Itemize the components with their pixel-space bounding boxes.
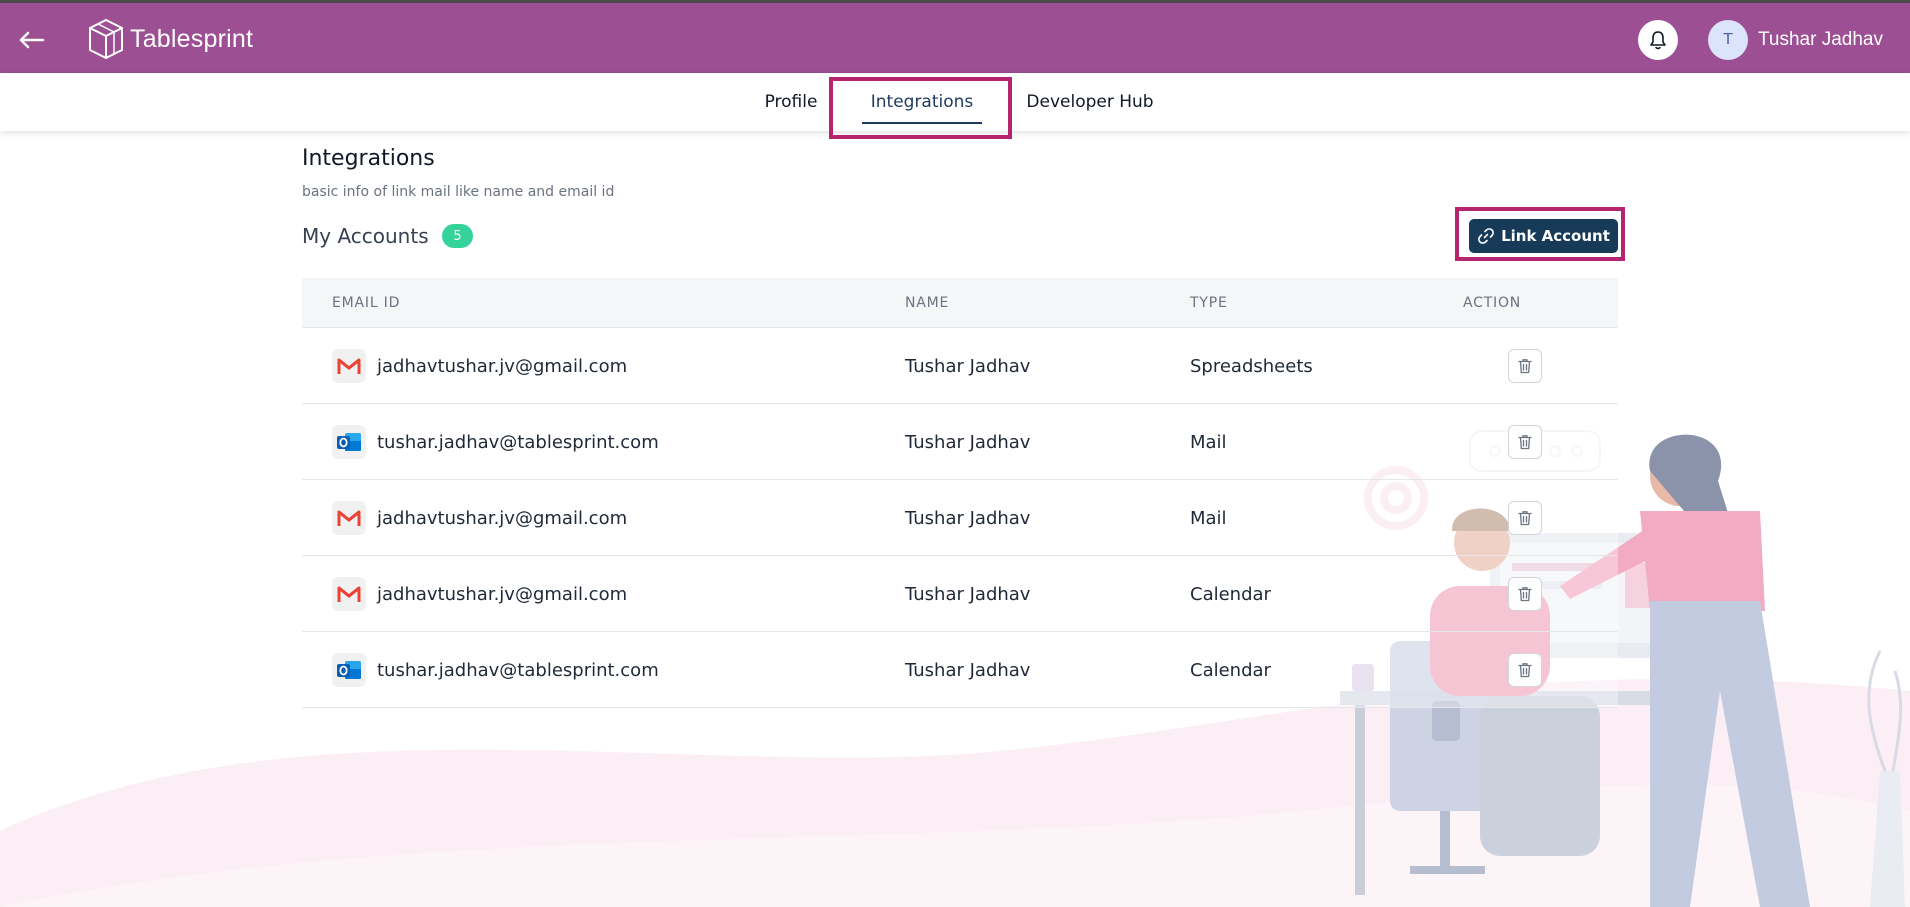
trash-icon	[1518, 587, 1532, 602]
table-header: EMAIL ID NAME TYPE ACTION	[302, 278, 1618, 328]
email-text: jadhavtushar.jv@gmail.com	[377, 355, 628, 377]
name-cell: Tushar Jadhav	[905, 507, 1031, 529]
email-text: jadhavtushar.jv@gmail.com	[377, 507, 628, 529]
accounts-count-badge: 5	[442, 224, 473, 248]
trash-icon	[1518, 435, 1532, 450]
accounts-table: EMAIL ID NAME TYPE ACTION jadhavtushar.j…	[302, 278, 1618, 708]
header-name: NAME	[905, 295, 950, 311]
email-cell: jadhavtushar.jv@gmail.com	[332, 480, 627, 556]
trash-icon	[1518, 359, 1532, 374]
email-text: tushar.jadhav@tablesprint.com	[377, 659, 659, 681]
main-content: Integrations basic info of link mail lik…	[0, 0, 1910, 907]
tab-integrations[interactable]: Integrations	[862, 73, 982, 131]
gmail-icon	[332, 501, 366, 535]
trash-icon	[1518, 663, 1532, 678]
link-account-button[interactable]: Link Account	[1469, 219, 1618, 253]
table-row: tushar.jadhav@tablesprint.com Tushar Jad…	[302, 404, 1618, 480]
email-text: tushar.jadhav@tablesprint.com	[377, 431, 659, 453]
table-row: jadhavtushar.jv@gmail.com Tushar Jadhav …	[302, 556, 1618, 632]
email-cell: jadhavtushar.jv@gmail.com	[332, 328, 627, 404]
delete-button[interactable]	[1508, 653, 1542, 687]
name-cell: Tushar Jadhav	[905, 659, 1031, 681]
settings-tabs: Profile Integrations Developer Hub	[0, 73, 1910, 131]
delete-button[interactable]	[1508, 501, 1542, 535]
active-tab-indicator	[862, 122, 982, 124]
gmail-icon	[332, 577, 366, 611]
tab-profile[interactable]: Profile	[752, 73, 830, 131]
delete-button[interactable]	[1508, 577, 1542, 611]
gmail-icon	[332, 349, 366, 383]
tab-developer-hub[interactable]: Developer Hub	[1018, 73, 1162, 131]
type-cell: Mail	[1190, 431, 1227, 453]
email-text: jadhavtushar.jv@gmail.com	[377, 583, 628, 605]
table-row: jadhavtushar.jv@gmail.com Tushar Jadhav …	[302, 480, 1618, 556]
table-row: jadhavtushar.jv@gmail.com Tushar Jadhav …	[302, 328, 1618, 404]
trash-icon	[1518, 511, 1532, 526]
outlook-icon	[332, 653, 366, 687]
page-title: Integrations	[302, 146, 435, 171]
page-subtitle: basic info of link mail like name and em…	[302, 184, 615, 200]
delete-button[interactable]	[1508, 349, 1542, 383]
table-body: jadhavtushar.jv@gmail.com Tushar Jadhav …	[302, 328, 1618, 708]
outlook-icon	[332, 425, 366, 459]
type-cell: Spreadsheets	[1190, 355, 1313, 377]
table-row: tushar.jadhav@tablesprint.com Tushar Jad…	[302, 632, 1618, 708]
header-action: ACTION	[1463, 295, 1522, 311]
header-email: EMAIL ID	[332, 295, 401, 311]
name-cell: Tushar Jadhav	[905, 355, 1031, 377]
accounts-title: My Accounts	[302, 224, 429, 248]
link-account-label: Link Account	[1501, 227, 1610, 245]
type-cell: Mail	[1190, 507, 1227, 529]
email-cell: tushar.jadhav@tablesprint.com	[332, 404, 659, 480]
type-cell: Calendar	[1190, 659, 1271, 681]
type-cell: Calendar	[1190, 583, 1271, 605]
link-icon	[1478, 228, 1495, 244]
tab-integrations-label: Integrations	[870, 92, 974, 112]
delete-button[interactable]	[1508, 425, 1542, 459]
header-type: TYPE	[1190, 295, 1228, 311]
name-cell: Tushar Jadhav	[905, 431, 1031, 453]
email-cell: tushar.jadhav@tablesprint.com	[332, 632, 659, 708]
name-cell: Tushar Jadhav	[905, 583, 1031, 605]
email-cell: jadhavtushar.jv@gmail.com	[332, 556, 627, 632]
